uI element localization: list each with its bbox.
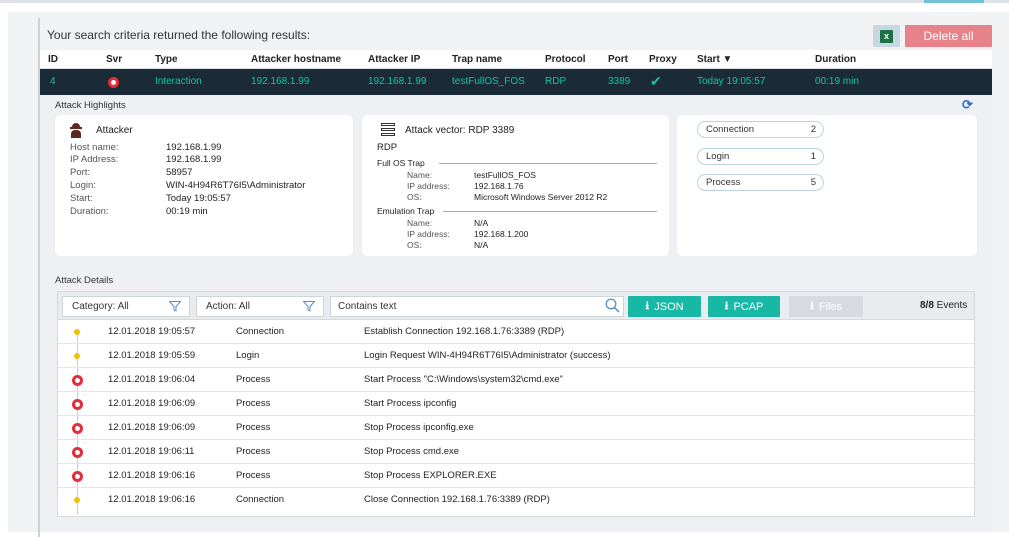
search-input[interactable] xyxy=(330,296,624,317)
severity-low-icon xyxy=(74,497,80,503)
emulation-trap-title: Emulation Trap xyxy=(377,206,435,216)
col-start[interactable]: Start ▼ xyxy=(697,54,732,65)
event-row[interactable]: 12.01.2018 19:05:57 Connection Establish… xyxy=(58,320,974,344)
severity-low-icon xyxy=(74,353,80,359)
row-port: 3389 xyxy=(608,76,631,87)
attacker-heading-label: Attacker xyxy=(96,125,133,136)
events-count: 8/8 Events xyxy=(920,300,968,311)
emulation-divider xyxy=(443,211,657,212)
event-counts-card: Connection 2 Login 1 Process 5 xyxy=(677,115,977,256)
col-attacker-hostname[interactable]: Attacker hostname xyxy=(251,54,341,65)
download-icon: ⭳ xyxy=(645,300,650,312)
refresh-icon[interactable]: ⟳ xyxy=(962,97,973,113)
category-filter[interactable]: Category: All xyxy=(62,296,190,317)
download-files-button[interactable]: ⭳ Files xyxy=(789,296,863,317)
row-trap-name: testFullOS_FOS xyxy=(452,76,525,87)
col-protocol[interactable]: Protocol xyxy=(545,54,586,65)
event-row[interactable]: 12.01.2018 19:06:11 Process Stop Process… xyxy=(58,440,974,464)
severity-high-icon xyxy=(72,423,83,434)
selected-result-row[interactable]: 4 Interaction 192.168.1.99 192.168.1.99 … xyxy=(40,69,992,95)
download-icon: ⭳ xyxy=(724,300,729,312)
col-id[interactable]: ID xyxy=(48,54,58,65)
category-filter-label: Category: All xyxy=(72,301,129,312)
col-svr[interactable]: Svr xyxy=(106,54,122,65)
attack-vector-heading: Attack vector: RDP 3389 xyxy=(380,123,514,138)
count-pill-process[interactable]: Process 5 xyxy=(697,174,824,191)
attack-details-table: Category: All Action: All ⭳JSON ⭳PCAP ⭳F… xyxy=(57,291,975,517)
event-row[interactable]: 12.01.2018 19:06:04 Process Start Proces… xyxy=(58,368,974,392)
count-pill-login[interactable]: Login 1 xyxy=(697,148,824,165)
severity-high-icon xyxy=(72,399,83,410)
action-filter[interactable]: Action: All xyxy=(196,296,324,317)
event-row[interactable]: 12.01.2018 19:06:09 Process Stop Process… xyxy=(58,416,974,440)
server-icon xyxy=(380,123,396,138)
attack-highlights-title: Attack Highlights xyxy=(55,100,126,111)
top-tab-strip xyxy=(0,0,1009,3)
attack-vector-card: Attack vector: RDP 3389 RDP Full OS Trap… xyxy=(362,115,669,256)
export-excel-button[interactable]: x xyxy=(873,25,900,47)
row-duration: 00:19 min xyxy=(815,76,859,87)
attack-details-panel: Attack Highlights ⟳ Attacker Host name: 1… xyxy=(40,95,992,532)
event-row[interactable]: 12.01.2018 19:06:16 Process Stop Process… xyxy=(58,464,974,488)
attack-details-title: Attack Details xyxy=(55,275,114,286)
event-row[interactable]: 12.01.2018 19:06:16 Connection Close Con… xyxy=(58,488,974,512)
row-attacker-hostname: 192.168.1.99 xyxy=(251,76,310,87)
search-icon[interactable] xyxy=(605,298,620,313)
proxy-check-icon: ✔ xyxy=(650,73,662,89)
full-os-divider xyxy=(439,163,657,164)
attacker-card: Attacker Host name: 192.168.1.99 IP Addre… xyxy=(55,115,353,256)
col-proxy[interactable]: Proxy xyxy=(649,54,677,65)
severity-high-icon xyxy=(72,375,83,386)
col-attacker-ip[interactable]: Attacker IP xyxy=(368,54,420,65)
row-type: Interaction xyxy=(155,76,202,87)
attack-vector-label: Attack vector: RDP 3389 xyxy=(405,125,515,136)
filter-icon xyxy=(303,301,315,312)
severity-low-icon xyxy=(74,329,80,335)
row-start: Today 19:05:57 xyxy=(697,76,766,87)
download-json-button[interactable]: ⭳ JSON xyxy=(628,296,701,317)
download-pcap-button[interactable]: ⭳ PCAP xyxy=(708,296,780,317)
event-row[interactable]: 12.01.2018 19:05:59 Login Login Request … xyxy=(58,344,974,368)
attacker-heading: Attacker xyxy=(70,123,133,138)
row-attacker-ip: 192.168.1.99 xyxy=(368,76,427,87)
details-toolbar: Category: All Action: All ⭳JSON ⭳PCAP ⭳F… xyxy=(58,292,974,320)
row-id: 4 xyxy=(50,76,56,87)
results-table-header: ID Svr Type Attacker hostname Attacker I… xyxy=(40,50,992,69)
col-trap-name[interactable]: Trap name xyxy=(452,54,502,65)
delete-all-button[interactable]: Delete all xyxy=(905,25,992,47)
hacker-icon xyxy=(70,123,82,138)
action-filter-label: Action: All xyxy=(206,301,250,312)
full-os-trap-title: Full OS Trap xyxy=(377,158,425,168)
download-icon: ⭳ xyxy=(809,300,814,312)
col-duration[interactable]: Duration xyxy=(815,54,856,65)
event-row[interactable]: 12.01.2018 19:06:09 Process Start Proces… xyxy=(58,392,974,416)
count-pill-connection[interactable]: Connection 2 xyxy=(697,121,824,138)
results-title: Your search criteria returned the follow… xyxy=(47,28,311,42)
active-tab-indicator xyxy=(924,0,984,3)
filter-icon xyxy=(169,301,181,312)
row-protocol: RDP xyxy=(545,76,567,87)
severity-high-icon xyxy=(72,471,83,482)
excel-icon: x xyxy=(880,29,893,43)
severity-high-icon xyxy=(72,447,83,458)
vector-protocol: RDP xyxy=(377,142,398,153)
col-port[interactable]: Port xyxy=(608,54,628,65)
severity-high-icon xyxy=(108,77,119,88)
col-type[interactable]: Type xyxy=(155,54,178,65)
